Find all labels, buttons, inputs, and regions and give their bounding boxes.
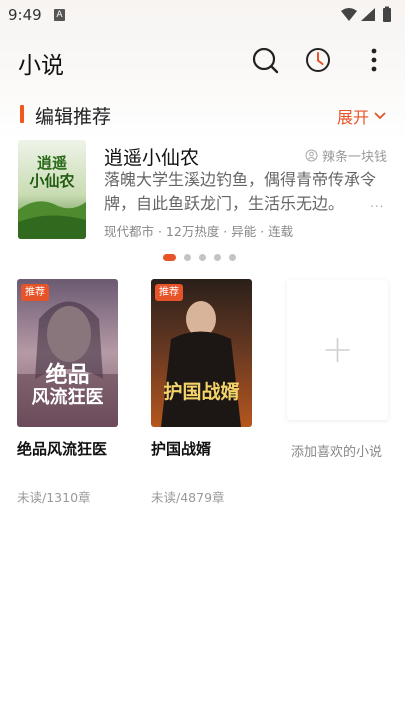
notification-icon: A <box>54 9 65 21</box>
expand-label: 展开 <box>336 108 369 127</box>
battery-icon <box>383 8 391 22</box>
add-novel-label[interactable]: 添加喜欢的小说 <box>291 441 382 460</box>
more-options-button[interactable] <box>358 44 390 76</box>
shelf-book-cover[interactable]: 推荐 绝品 风流狂医 <box>17 279 118 427</box>
search-button[interactable] <box>249 44 281 76</box>
status-bar: 9:49 A <box>0 0 405 32</box>
shelf-book-progress: 未读/4879章 <box>151 490 225 505</box>
section-accent-bar <box>20 105 24 123</box>
carousel-dot <box>184 253 191 261</box>
description-more: ... <box>370 196 385 210</box>
status-icons <box>341 6 391 22</box>
carousel-dot-active <box>163 253 176 261</box>
cover-title-line2: 风流狂医 <box>31 387 104 408</box>
chevron-down-icon <box>374 112 386 120</box>
add-plus-icon <box>325 338 350 362</box>
shelf-book-title[interactable]: 护国战婿 <box>151 438 211 459</box>
recommend-badge: 推荐 <box>155 284 183 301</box>
status-time: 9:49 <box>8 6 42 24</box>
add-novel-button[interactable] <box>287 280 388 420</box>
signal-icon <box>361 8 375 21</box>
recommended-book-title[interactable]: 逍遥小仙农 <box>104 143 199 170</box>
cover-title-line1: 护国战婿 <box>163 381 240 403</box>
novel-page: 9:49 A 小说 编辑推荐 展开 逍遥 小仙农 逍遥小仙农 辣条一块钱 落魄大… <box>0 0 405 720</box>
carousel-dot <box>229 253 236 261</box>
cover-title-line2: 小仙农 <box>29 172 75 190</box>
expand-button[interactable]: 展开 <box>337 104 387 128</box>
history-button[interactable] <box>302 44 334 76</box>
shelf-book-title[interactable]: 绝品风流狂医 <box>17 438 107 459</box>
author-name: 辣条一块钱 <box>321 150 387 165</box>
shelf-book-progress: 未读/1310章 <box>17 490 91 505</box>
recommended-book-meta: 现代都市 · 12万热度 · 异能 · 连载 <box>104 224 294 239</box>
carousel-indicator <box>163 252 236 262</box>
recommended-book-cover[interactable]: 逍遥 小仙农 <box>18 140 86 239</box>
author-icon <box>305 149 318 162</box>
carousel-dot <box>199 253 206 261</box>
wifi-icon <box>341 8 357 21</box>
shelf-book-cover[interactable]: 推荐 护国战婿 <box>151 279 252 427</box>
page-title: 小说 <box>18 53 64 79</box>
cover-art <box>151 279 252 427</box>
search-icon <box>252 47 279 74</box>
history-clock-icon <box>306 48 330 72</box>
recommend-badge: 推荐 <box>21 284 49 301</box>
more-vert-icon <box>371 48 377 72</box>
carousel-dot <box>214 253 221 261</box>
recommended-book-description: 落魄大学生溪边钓鱼，偶得青帝传承令牌，自此鱼跃龙门，生活乐无边。 <box>104 170 377 213</box>
recommended-book-author[interactable]: 辣条一块钱 <box>305 146 387 165</box>
section-title: 编辑推荐 <box>35 106 112 128</box>
